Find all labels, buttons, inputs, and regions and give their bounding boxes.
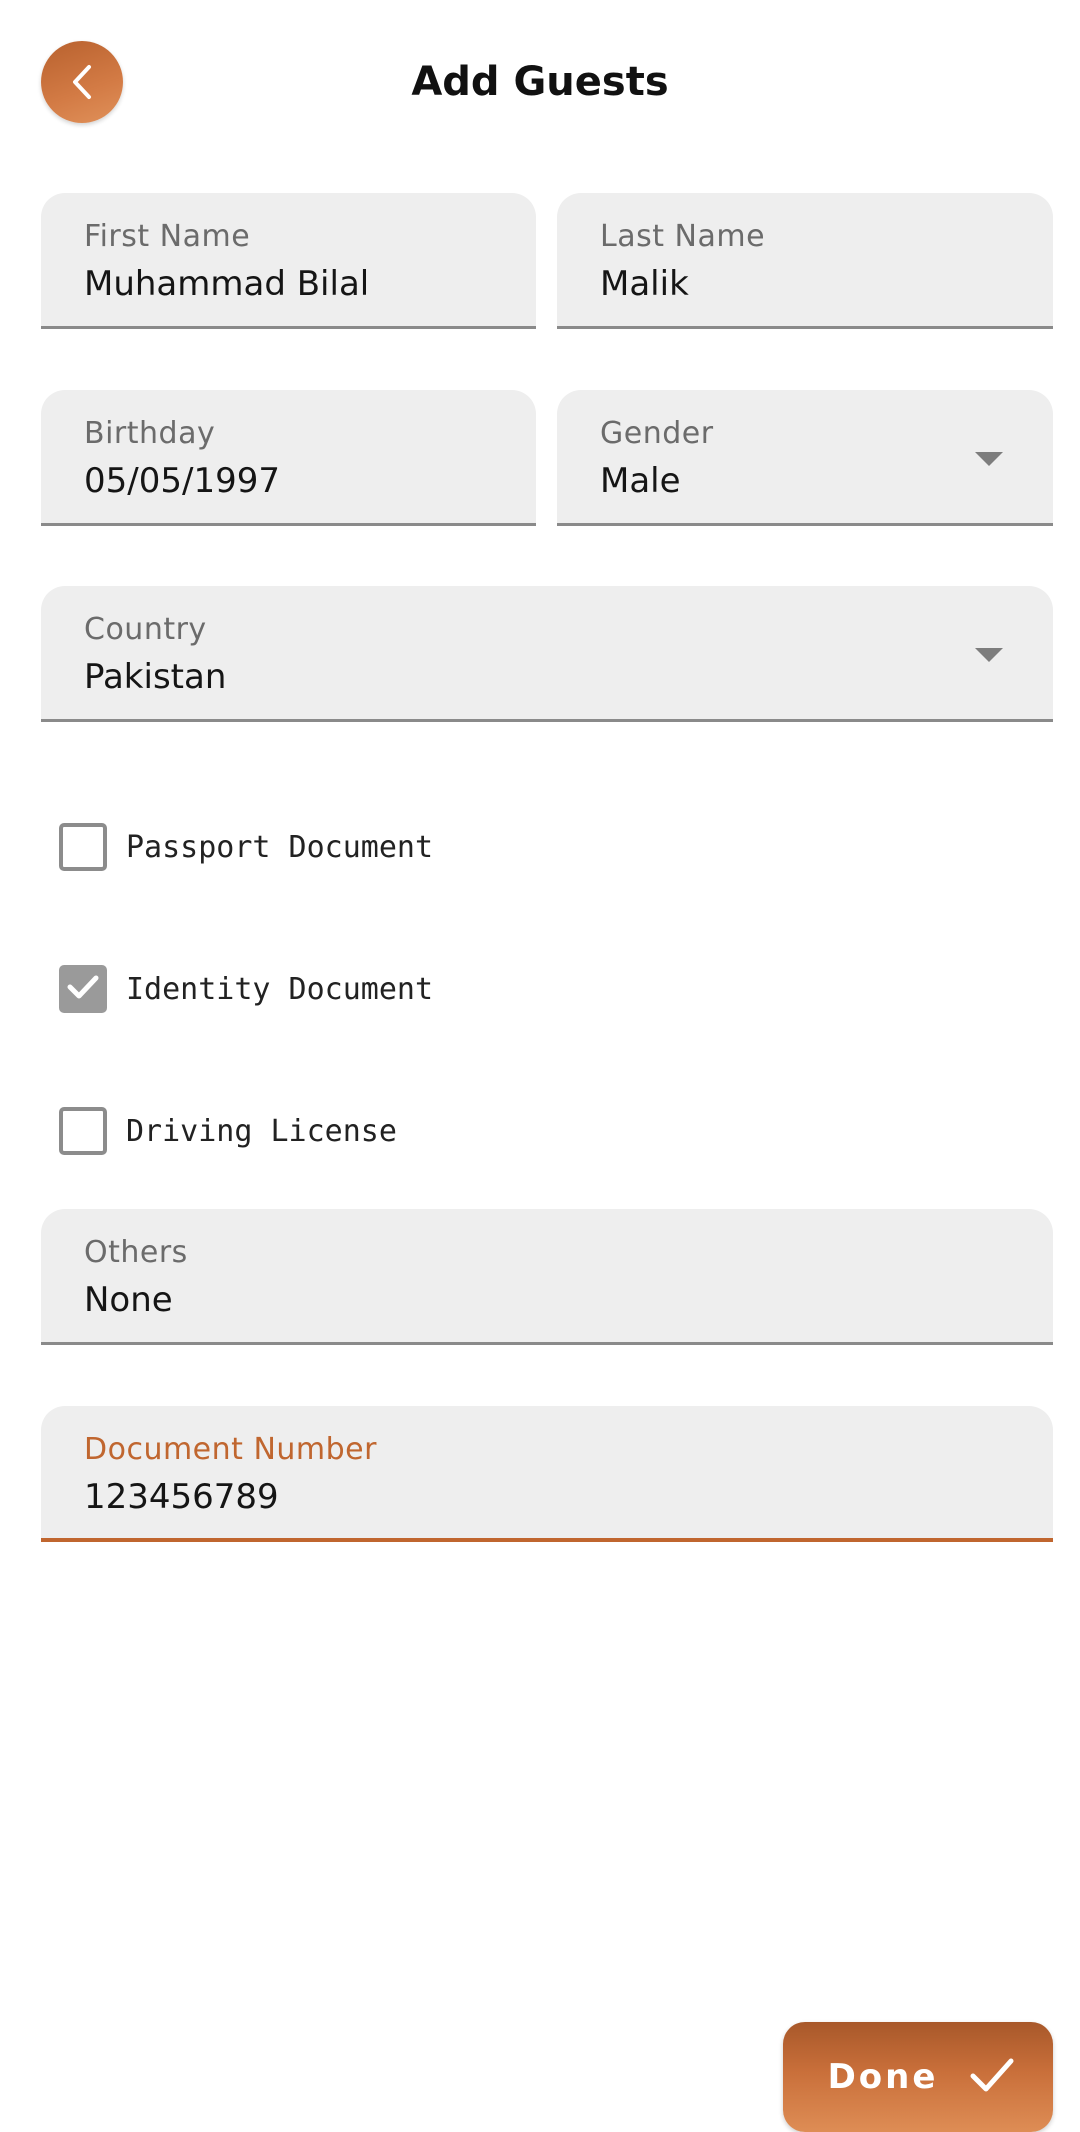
dropdown-arrow-icon — [975, 648, 1003, 662]
driving-license-label: Driving License — [126, 1113, 397, 1149]
birthday-field[interactable]: Birthday 05/05/1997 — [41, 390, 536, 526]
country-label: Country — [84, 612, 207, 647]
first-name-value: Muhammad Bilal — [84, 264, 370, 304]
last-name-value: Malik — [600, 264, 689, 304]
birthday-value: 05/05/1997 — [84, 461, 280, 501]
passport-document-label: Passport Document — [126, 829, 434, 865]
last-name-label: Last Name — [600, 219, 766, 254]
document-number-value: 123456789 — [84, 1477, 279, 1517]
passport-document-checkbox[interactable] — [59, 823, 107, 871]
document-number-field[interactable]: Document Number 123456789 — [41, 1406, 1053, 1542]
gender-dropdown[interactable]: Gender Male — [557, 390, 1053, 526]
checkmark-icon — [66, 973, 100, 1005]
checkmark-icon — [968, 2055, 1016, 2099]
country-value: Pakistan — [84, 657, 227, 697]
gender-value: Male — [600, 461, 681, 501]
identity-document-option[interactable]: Identity Document — [59, 965, 433, 1013]
others-label: Others — [84, 1235, 188, 1270]
gender-label: Gender — [600, 416, 714, 451]
identity-document-checkbox[interactable] — [59, 965, 107, 1013]
country-dropdown[interactable]: Country Pakistan — [41, 586, 1053, 722]
others-value: None — [84, 1280, 173, 1320]
last-name-field[interactable]: Last Name Malik — [557, 193, 1053, 329]
dropdown-arrow-icon — [975, 452, 1003, 466]
driving-license-option[interactable]: Driving License — [59, 1107, 397, 1155]
done-label: Done — [827, 2057, 939, 2097]
document-number-label: Document Number — [84, 1432, 377, 1467]
others-field[interactable]: Others None — [41, 1209, 1053, 1345]
identity-document-label: Identity Document — [126, 971, 434, 1007]
done-button[interactable]: Done — [783, 2022, 1053, 2132]
passport-document-option[interactable]: Passport Document — [59, 823, 433, 871]
first-name-field[interactable]: First Name Muhammad Bilal — [41, 193, 536, 329]
driving-license-checkbox[interactable] — [59, 1107, 107, 1155]
birthday-label: Birthday — [84, 416, 216, 451]
first-name-label: First Name — [84, 219, 251, 254]
page-title: Add Guests — [411, 59, 669, 105]
